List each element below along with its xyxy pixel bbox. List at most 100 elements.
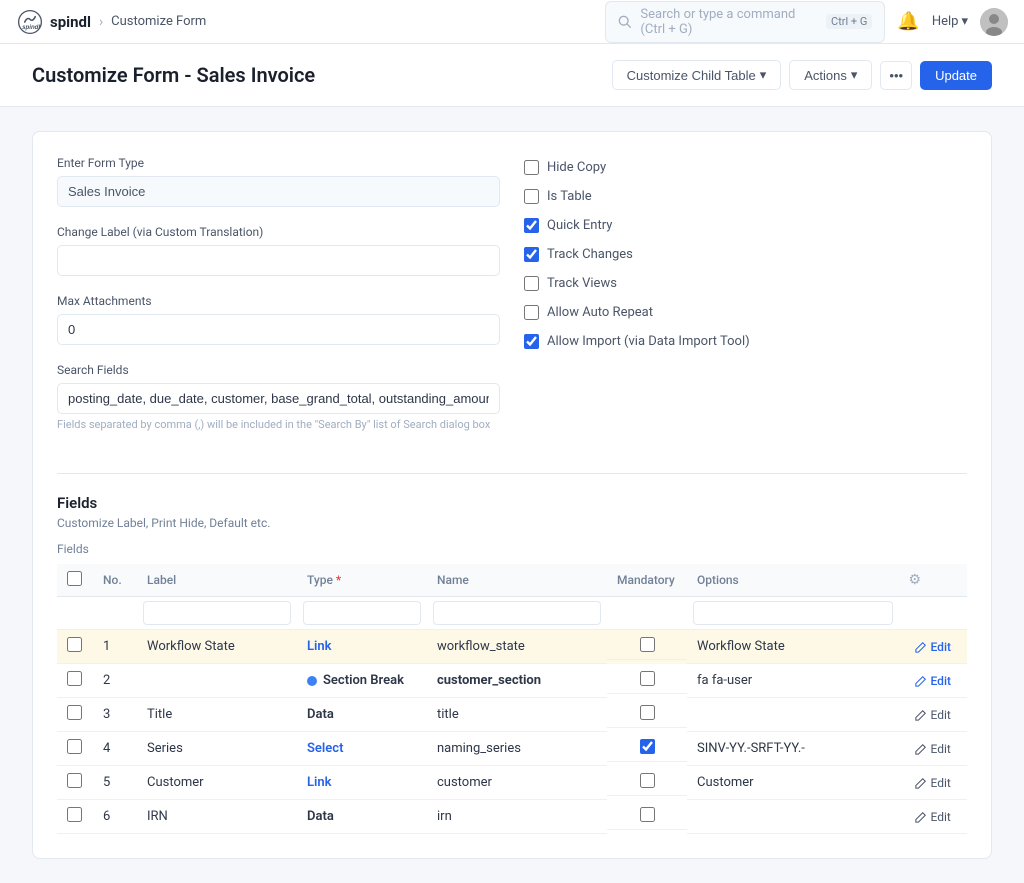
- more-options-icon: •••: [889, 68, 903, 83]
- filter-name-input[interactable]: [433, 601, 601, 625]
- search-fields-hint: Fields separated by comma (,) will be in…: [57, 418, 500, 431]
- form-card: Enter Form Type Change Label (via Custom…: [32, 131, 992, 859]
- row-edit-cell: Edit: [899, 732, 967, 766]
- checkbox-label-quick_entry: Quick Entry: [547, 218, 612, 233]
- select-all-checkbox[interactable]: [67, 571, 82, 586]
- row-mandatory: [607, 664, 687, 694]
- edit-button[interactable]: Edit: [909, 672, 957, 690]
- search-shortcut: Ctrl + G: [826, 14, 872, 29]
- row-checkbox[interactable]: [67, 671, 82, 686]
- row-type: Data: [297, 698, 427, 732]
- col-checkbox-header: [57, 564, 93, 597]
- gear-icon[interactable]: ⚙: [909, 572, 922, 588]
- logo-icon: spindl: [16, 8, 44, 36]
- edit-button[interactable]: Edit: [909, 774, 957, 792]
- checkbox-group-hide_copy: Hide Copy: [524, 160, 967, 175]
- table-row: 2 Section Breakcustomer_sectionfa fa-use…: [57, 664, 967, 698]
- row-no: 2: [93, 664, 137, 698]
- search-bar[interactable]: Search or type a command (Ctrl + G) Ctrl…: [605, 1, 885, 43]
- filter-label-input[interactable]: [143, 601, 291, 625]
- row-checkbox[interactable]: [67, 739, 82, 754]
- actions-button[interactable]: Actions ▾: [789, 60, 872, 90]
- avatar[interactable]: [980, 8, 1008, 36]
- row-type-text: Data: [307, 707, 334, 722]
- row-type-text: Data: [307, 809, 334, 824]
- max-attachments-input[interactable]: [57, 314, 500, 345]
- edit-button[interactable]: Edit: [909, 808, 957, 826]
- fields-label: Fields: [57, 542, 967, 556]
- form-right-col: Hide CopyIs TableQuick EntryTrack Change…: [524, 156, 967, 449]
- row-label: Title: [137, 698, 297, 732]
- row-name: title: [427, 698, 607, 732]
- update-button[interactable]: Update: [920, 61, 992, 90]
- checkbox-track_views[interactable]: [524, 276, 539, 291]
- row-mandatory: [607, 630, 687, 660]
- more-options-button[interactable]: •••: [880, 61, 912, 90]
- customize-child-table-button[interactable]: Customize Child Table ▾: [612, 60, 782, 90]
- col-mandatory-header: Mandatory: [607, 564, 687, 597]
- search-icon: [618, 15, 632, 29]
- filter-actions-cell: [899, 597, 967, 630]
- fields-section: Fields Customize Label, Print Hide, Defa…: [57, 473, 967, 834]
- fields-table-head: No. Label Type * Name Mandatory Options …: [57, 564, 967, 630]
- notifications-bell-icon[interactable]: 🔔: [897, 11, 919, 32]
- mandatory-checkbox[interactable]: [640, 807, 655, 822]
- form-type-input[interactable]: [57, 176, 500, 207]
- checkbox-allow_auto_repeat[interactable]: [524, 305, 539, 320]
- row-checkbox[interactable]: [67, 637, 82, 652]
- edit-button[interactable]: Edit: [909, 638, 957, 656]
- filter-options-input[interactable]: [693, 601, 893, 625]
- mandatory-checkbox[interactable]: [640, 705, 655, 720]
- edit-button[interactable]: Edit: [909, 740, 957, 758]
- change-label-label: Change Label (via Custom Translation): [57, 225, 500, 239]
- breadcrumb[interactable]: Customize Form: [111, 14, 206, 29]
- breadcrumb-separator: ›: [99, 14, 103, 30]
- row-checkbox[interactable]: [67, 807, 82, 822]
- row-options: SINV-YY.-SRFT-YY.-: [687, 732, 899, 766]
- row-mandatory: [607, 732, 687, 762]
- row-options: Workflow State: [687, 630, 899, 664]
- row-checkbox[interactable]: [67, 705, 82, 720]
- row-mandatory: [607, 698, 687, 728]
- checkbox-quick_entry[interactable]: [524, 218, 539, 233]
- row-edit-cell: Edit: [899, 766, 967, 800]
- col-no-header: No.: [93, 564, 137, 597]
- fields-section-subtitle: Customize Label, Print Hide, Default etc…: [57, 516, 967, 530]
- logo[interactable]: spindl spindl: [16, 8, 91, 36]
- filter-type-input[interactable]: [303, 601, 421, 625]
- row-no: 1: [93, 630, 137, 664]
- checkbox-allow_import[interactable]: [524, 334, 539, 349]
- row-checkbox[interactable]: [67, 773, 82, 788]
- col-options-header: Options: [687, 564, 899, 597]
- mandatory-checkbox[interactable]: [640, 637, 655, 652]
- row-type-text: Select: [307, 741, 343, 756]
- section-break-type: Section Break: [307, 673, 417, 688]
- mandatory-checkbox[interactable]: [640, 773, 655, 788]
- edit-button[interactable]: Edit: [909, 706, 957, 724]
- help-button[interactable]: Help ▾: [932, 14, 968, 29]
- edit-icon: [915, 641, 927, 653]
- row-name: customer_section: [427, 664, 607, 698]
- checkbox-group-is_table: Is Table: [524, 189, 967, 204]
- change-label-input[interactable]: [57, 245, 500, 276]
- search-fields-input[interactable]: [57, 383, 500, 414]
- max-attachments-label: Max Attachments: [57, 294, 500, 308]
- checkbox-hide_copy[interactable]: [524, 160, 539, 175]
- search-placeholder: Search or type a command (Ctrl + G): [640, 7, 818, 37]
- row-type-text: Link: [307, 775, 332, 790]
- checkboxes-container: Hide CopyIs TableQuick EntryTrack Change…: [524, 160, 967, 349]
- filter-options-cell: [687, 597, 899, 630]
- mandatory-checkbox[interactable]: [640, 739, 655, 754]
- edit-icon: [915, 743, 927, 755]
- row-name: irn: [427, 800, 607, 834]
- row-checkbox-cell: [57, 732, 93, 766]
- row-checkbox-cell: [57, 698, 93, 732]
- main-content: Enter Form Type Change Label (via Custom…: [0, 107, 1024, 883]
- topnav-left: spindl spindl › Customize Form: [16, 8, 206, 36]
- table-row: 3TitleDatatitle Edit: [57, 698, 967, 732]
- checkbox-track_changes[interactable]: [524, 247, 539, 262]
- filter-checkbox-cell: [57, 597, 93, 630]
- row-type: Select: [297, 732, 427, 766]
- checkbox-is_table[interactable]: [524, 189, 539, 204]
- mandatory-checkbox[interactable]: [640, 671, 655, 686]
